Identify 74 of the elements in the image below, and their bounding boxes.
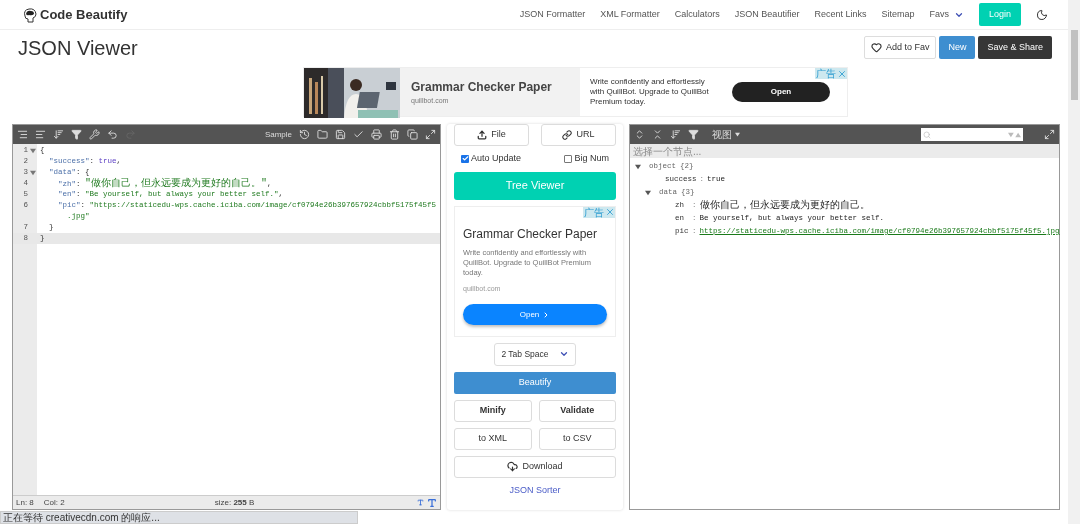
nav-link[interactable]: Recent Links — [814, 7, 867, 22]
fold-arrow-icon[interactable] — [30, 169, 36, 176]
validate-button[interactable]: Validate — [538, 399, 616, 422]
compact-icon[interactable] — [35, 129, 46, 140]
file-button[interactable]: File — [454, 124, 529, 146]
view-menu[interactable]: 视图 — [712, 127, 740, 142]
ad-title: Grammar Checker Paper — [411, 78, 553, 96]
expand-all-icon[interactable] — [634, 129, 645, 140]
brain-head-logo — [22, 6, 38, 23]
trash-icon[interactable] — [389, 129, 400, 140]
expand-icon[interactable] — [1044, 129, 1055, 140]
download-button[interactable]: Download — [454, 455, 616, 478]
ad-open-button[interactable]: Open — [463, 304, 607, 325]
collapse-all-icon[interactable] — [652, 129, 663, 140]
save-share-button[interactable]: Save & Share — [978, 36, 1052, 59]
expand-icon[interactable] — [425, 129, 436, 140]
ad-open-button[interactable]: Open — [732, 82, 830, 102]
caret-down-icon[interactable] — [735, 132, 740, 137]
moon-icon[interactable] — [1036, 8, 1048, 21]
nav-link[interactable]: XML Formatter — [600, 7, 660, 22]
history-icon[interactable] — [299, 129, 310, 140]
ad-title: Grammar Checker Paper — [463, 225, 599, 243]
cloud-download-icon[interactable] — [507, 461, 519, 472]
ad-label: 广告 — [583, 206, 605, 218]
nav-link[interactable]: JSON Beautifier — [734, 7, 800, 22]
check-icon[interactable] — [353, 129, 364, 140]
url-button[interactable]: URL — [541, 124, 616, 146]
indent-select[interactable]: 2 Tab Space — [494, 342, 576, 366]
line-indicator: Ln: 8 — [16, 496, 34, 509]
scrollbar[interactable] — [1070, 30, 1078, 100]
text-small-icon[interactable] — [417, 499, 424, 506]
add-to-fav-button[interactable]: Add to Fav — [863, 36, 937, 59]
checkbox[interactable] — [461, 154, 469, 163]
fold-arrow-icon[interactable] — [30, 147, 36, 154]
size-indicator: size: 255 B — [214, 496, 255, 509]
wrench-icon[interactable] — [89, 129, 100, 140]
heart-icon[interactable] — [870, 42, 882, 53]
checkbox-label: Big Num — [574, 152, 609, 165]
sort-icon[interactable] — [53, 129, 64, 140]
checkbox-label: Auto Update — [471, 152, 522, 165]
indent-icon[interactable] — [17, 129, 28, 140]
column-indicator: Col: 2 — [43, 496, 65, 509]
beautify-button[interactable]: Beautify — [454, 371, 616, 394]
page-title: JSON Viewer — [18, 35, 138, 61]
ad-text: Write confidently and effortlessly with QuillBot. Upgrade to QuillBot Premium today. — [590, 77, 710, 107]
nav-link[interactable]: Calculators — [674, 7, 720, 22]
chevron-down-icon[interactable] — [558, 349, 569, 359]
brand-name[interactable]: Code Beautify — [40, 4, 128, 25]
json-sorter-link[interactable]: JSON Sorter — [509, 483, 561, 497]
nav-link[interactable]: JSON Formatter — [519, 7, 586, 22]
sample-link[interactable]: Sample — [264, 128, 292, 141]
nav-link[interactable]: Sitemap — [881, 7, 915, 22]
filter-icon[interactable] — [688, 129, 699, 140]
ad-label: 广告 — [815, 68, 837, 79]
copy-icon[interactable] — [407, 129, 418, 140]
text-large-icon[interactable] — [427, 497, 437, 508]
folder-icon[interactable] — [317, 129, 328, 140]
expand-toggle-icon[interactable] — [635, 163, 641, 170]
checkbox[interactable] — [564, 154, 573, 163]
to-csv-button[interactable]: to CSV — [538, 427, 616, 450]
upload-icon[interactable] — [477, 130, 488, 140]
new-button[interactable]: New — [939, 36, 976, 59]
browser-status: 正在等待 creativecdn.com 的响应... — [0, 511, 358, 524]
to-xml-button[interactable]: to XML — [454, 427, 532, 450]
link-icon[interactable] — [562, 130, 573, 140]
tree-value: 做你自己，但永远要成为更好的自己。 — [699, 198, 870, 213]
filter-icon[interactable] — [71, 129, 82, 140]
printer-icon[interactable] — [371, 129, 382, 140]
minify-button[interactable]: Minify — [454, 399, 532, 422]
undo-icon[interactable] — [107, 129, 118, 140]
sort-icon[interactable] — [670, 129, 681, 140]
expand-toggle-icon[interactable] — [645, 189, 651, 196]
save-icon[interactable] — [335, 129, 346, 140]
favs-menu[interactable]: Favs — [929, 7, 964, 22]
